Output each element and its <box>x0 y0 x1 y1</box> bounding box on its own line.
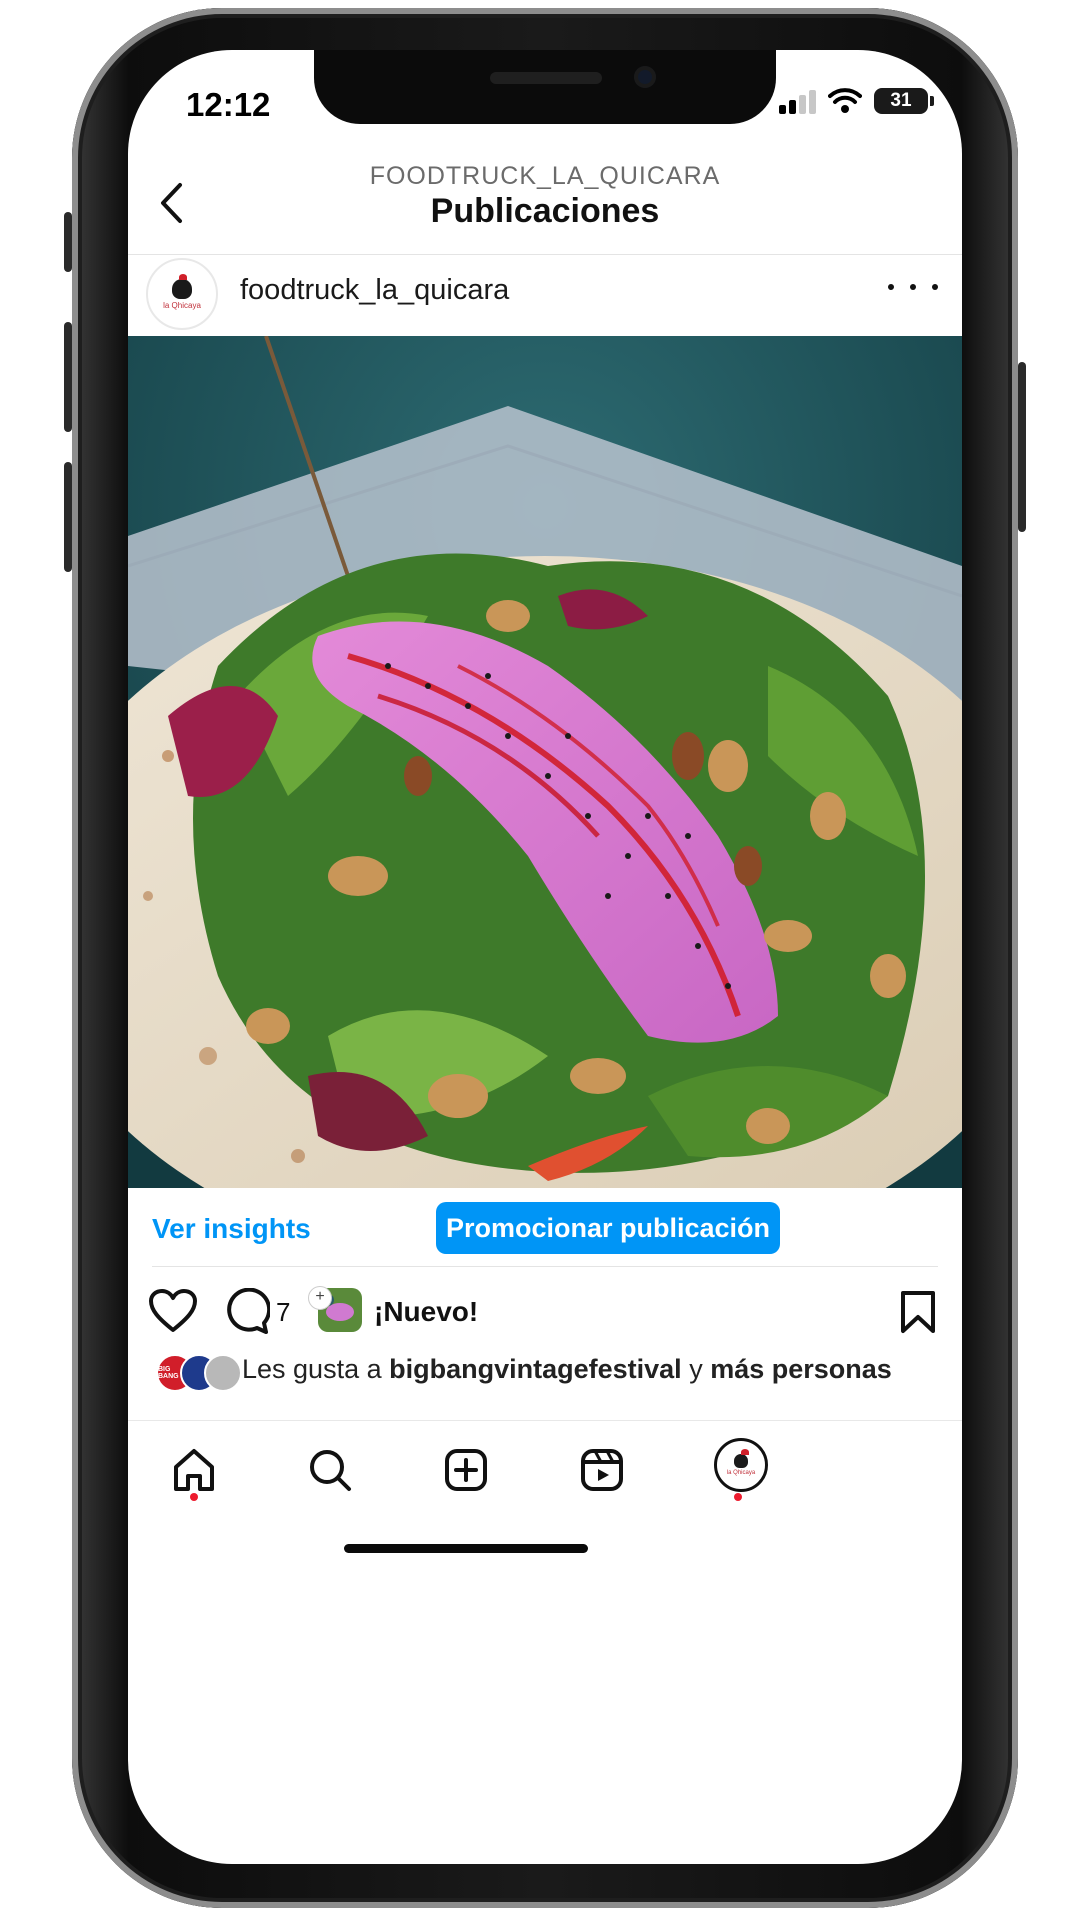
wifi-icon <box>828 88 862 113</box>
create-icon <box>445 1449 487 1491</box>
profile-notification-dot <box>734 1493 742 1501</box>
post-author-avatar[interactable]: la Qhicaya <box>146 258 218 330</box>
silent-switch <box>64 212 72 272</box>
save-button[interactable] <box>898 1290 938 1334</box>
plus-icon: + <box>308 1286 332 1310</box>
volume-up-button <box>64 322 72 432</box>
battery-icon: 31 <box>874 88 934 114</box>
home-indicator <box>344 1544 588 1553</box>
home-notification-dot <box>190 1493 198 1501</box>
reels-icon <box>581 1449 623 1491</box>
rooster-logo-icon <box>734 1449 749 1468</box>
comment-button[interactable] <box>224 1287 272 1334</box>
post-image[interactable] <box>128 336 962 1188</box>
promote-post-button[interactable]: Promocionar publicación <box>436 1202 780 1254</box>
comment-count: 7 <box>276 1297 291 1327</box>
more-options-icon[interactable] <box>888 272 938 302</box>
avatar-brand-text: la Qhicaya <box>163 300 201 310</box>
heart-icon <box>149 1289 197 1332</box>
front-camera <box>634 66 656 88</box>
likes-prefix: Les gusta a <box>242 1354 382 1384</box>
nav-reels[interactable] <box>572 1440 632 1500</box>
volume-down-button <box>64 462 72 572</box>
status-time: 12:12 <box>186 86 271 123</box>
post-author-username[interactable]: foodtruck_la_quicara <box>240 274 509 307</box>
cellular-signal-icon <box>779 88 816 114</box>
bookmark-icon <box>901 1291 935 1333</box>
bottom-nav <box>128 1420 962 1531</box>
likes-summary[interactable]: Les gusta a bigbangvintagefestival y más… <box>242 1354 932 1384</box>
like-button[interactable] <box>148 1288 198 1334</box>
more-likers-link[interactable]: más personas <box>710 1354 892 1384</box>
liker-avatars[interactable]: BIG BANG <box>156 1354 242 1392</box>
phone-screen: 12:12 31 FOODTRUCK_LA_QUICARA Publicacio… <box>128 50 962 1864</box>
home-icon <box>174 1449 214 1491</box>
nav-home[interactable] <box>164 1440 224 1500</box>
header-username: FOODTRUCK_LA_QUICARA <box>369 162 721 190</box>
rooster-logo-icon <box>172 273 192 299</box>
search-icon <box>310 1450 351 1491</box>
nav-profile-avatar[interactable]: la Qhicaya <box>714 1438 768 1492</box>
view-insights-link[interactable]: Ver insights <box>152 1213 311 1245</box>
liker-avatar <box>204 1354 242 1392</box>
comment-icon <box>227 1287 272 1334</box>
header-divider <box>128 254 962 255</box>
power-button <box>1018 362 1026 532</box>
likes-connector: y <box>689 1354 703 1384</box>
nav-create[interactable] <box>436 1440 496 1500</box>
food-photo <box>128 336 962 1188</box>
status-icons: 31 <box>779 88 934 114</box>
earpiece-speaker <box>490 72 602 84</box>
actions-divider <box>152 1266 938 1267</box>
nav-search[interactable] <box>300 1440 360 1500</box>
notch <box>314 50 776 124</box>
avatar-brand-text: la Qhicaya <box>726 1470 756 1476</box>
page-title: Publicaciones <box>430 192 660 230</box>
liker-username[interactable]: bigbangvintagefestival <box>389 1354 682 1384</box>
new-feature-label[interactable]: ¡Nuevo! <box>374 1296 478 1328</box>
